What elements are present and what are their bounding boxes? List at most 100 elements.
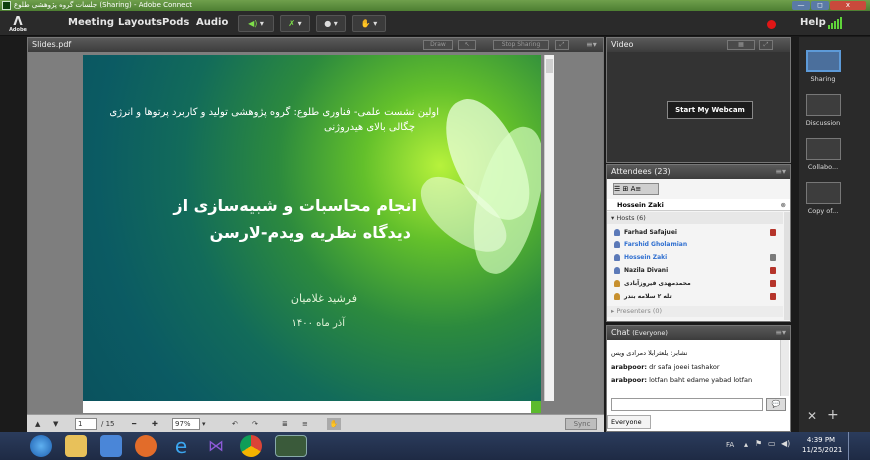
close-button[interactable]: x (830, 1, 866, 10)
page-number-input[interactable]: 1 (75, 418, 97, 430)
pod-options-icon[interactable]: ≡▾ (775, 326, 786, 340)
slide-date: آذر ماه ۱۴۰۰ (291, 318, 345, 329)
webcam-button[interactable]: ● ▾ (316, 15, 346, 32)
attendee-row[interactable]: تله ۲ سلامه بندر (610, 291, 786, 302)
slide-scrollbar-thumb[interactable] (546, 59, 553, 73)
undo-icon[interactable]: ↶ (232, 418, 238, 430)
attendee-row[interactable]: محمدمهدی فیروزآبادی (610, 278, 786, 289)
clock-time[interactable]: 4:39 PM (804, 436, 838, 444)
action-center-flag-icon[interactable]: ⚑ (755, 439, 762, 448)
pointer-button[interactable]: ↖ (458, 40, 476, 50)
layout-discussion[interactable]: Discussion (803, 94, 843, 127)
chat-recipient-tab[interactable]: Everyone (607, 415, 651, 429)
tray-expand-icon[interactable]: ▴ (744, 440, 748, 449)
close-circle-icon[interactable]: ⊗ (781, 199, 786, 211)
language-indicator[interactable]: FA (726, 441, 734, 449)
pointer-icon: ↖ (464, 41, 470, 48)
fullscreen-button[interactable]: ⤢ (555, 40, 569, 50)
self-attendee-name: Hossein Zaki (617, 201, 664, 209)
visual-studio-icon[interactable]: ⋈ (205, 435, 227, 457)
slide-title-line2: دیدگاه نظریه ویدم-لارسن (209, 223, 411, 242)
chat-sender: arabpoor: (611, 363, 648, 371)
start-button-icon[interactable] (30, 435, 52, 457)
layout-label: Copy of... (807, 207, 839, 215)
add-layout-icon[interactable]: + (827, 407, 839, 423)
attendee-view-toggle[interactable]: ☰ ⊞ A≡ (613, 183, 659, 195)
attendees-count: (23) (654, 167, 671, 176)
draw-button[interactable]: Draw (423, 40, 453, 50)
speaker-button[interactable]: ◀) ▾ (238, 15, 274, 32)
menu-meeting[interactable]: Meeting (68, 17, 114, 28)
attendee-row[interactable]: Hossein Zaki (610, 252, 786, 263)
speaker-icon: ◀) (248, 19, 258, 28)
prev-slide-up-icon[interactable]: ▲ (35, 418, 40, 430)
adobe-logo-text: Adobe (9, 27, 27, 33)
minimize-button[interactable]: — (792, 1, 810, 10)
maximize-button[interactable]: ◻ (811, 1, 829, 10)
menu-layouts[interactable]: Layouts (118, 17, 162, 28)
host-icon (614, 241, 620, 248)
adobe-connect-window: جلسات گروه پژوهشی طلوع (Sharing) - Adobe… (0, 0, 870, 460)
sort-icon[interactable]: A≡ (631, 185, 642, 193)
help-menu[interactable]: Help (800, 17, 826, 28)
internet-explorer-icon[interactable]: e (170, 435, 192, 457)
mic-muted-icon (770, 293, 776, 300)
attendee-name: Farhad Safajuei (624, 229, 677, 236)
adobe-connect-task-icon[interactable] (275, 435, 307, 457)
video-layout-button[interactable]: ▦ (727, 40, 755, 50)
list-view-icon[interactable]: ☰ (614, 185, 620, 193)
volume-icon[interactable]: ◀) (781, 439, 790, 448)
stop-sharing-button[interactable]: Stop Sharing (493, 40, 549, 50)
adobe-logo: Λ Adobe (8, 14, 28, 34)
chrome-icon[interactable] (240, 435, 262, 457)
layout-sharing[interactable]: Sharing (803, 50, 843, 83)
show-desktop-button[interactable] (848, 432, 856, 460)
send-message-button[interactable]: 💬 (766, 398, 786, 411)
zoom-dropdown-icon[interactable]: ▾ (202, 418, 206, 430)
attendee-row[interactable]: Farshid Gholamian (610, 239, 786, 250)
video-fullscreen-button[interactable]: ⤢ (759, 40, 773, 50)
start-webcam-button[interactable]: Start My Webcam (667, 101, 753, 119)
fullscreen-icon: ⤢ (559, 41, 565, 48)
layout-label: Discussion (805, 119, 841, 127)
layout-copy[interactable]: Copy of... (803, 182, 843, 215)
window-title-bar: جلسات گروه پژوهشی طلوع (Sharing) - Adobe… (0, 0, 870, 11)
host-icon (614, 280, 620, 287)
zoom-level-input[interactable]: 97% (172, 418, 200, 430)
zoom-out-icon[interactable]: ━ (132, 418, 136, 430)
pod-options-icon[interactable]: ≡▾ (775, 165, 786, 179)
layout-thumbnail (805, 50, 841, 72)
hosts-group-header[interactable]: ▾ Hosts (6) (607, 212, 783, 224)
zoom-in-icon[interactable]: ✚ (152, 418, 158, 430)
attendee-row[interactable]: Farhad Safajuei (610, 227, 786, 238)
pod-options-icon[interactable]: ≡▾ (586, 38, 597, 52)
window-title: (Sharing) - Adobe Connect (99, 1, 193, 9)
hand-tool-icon[interactable]: ✋ (327, 418, 341, 430)
window-title-rtl: جلسات گروه پژوهشی طلوع (14, 1, 98, 9)
menu-pods[interactable]: Pods (162, 17, 189, 28)
file-explorer-icon[interactable] (65, 435, 87, 457)
align-left-icon[interactable]: ≣ (282, 418, 288, 430)
grid-view-icon[interactable]: ⊞ (623, 185, 629, 193)
self-attendee-row[interactable]: Hossein Zaki ⊗ (607, 199, 790, 211)
menu-audio[interactable]: Audio (196, 17, 228, 28)
firefox-icon[interactable] (135, 435, 157, 457)
slide-scrollbar[interactable] (544, 55, 554, 401)
network-icon[interactable]: ▭ (768, 439, 776, 448)
layout-collaboration[interactable]: Collabo... (803, 138, 843, 171)
chat-input[interactable] (611, 398, 763, 411)
delete-layout-icon[interactable]: ✕ (807, 409, 817, 423)
presenters-group-header[interactable]: ▸ Presenters (0) (607, 306, 783, 317)
redo-icon[interactable]: ↷ (252, 418, 258, 430)
microphone-button[interactable]: ✗ ▾ (280, 15, 310, 32)
align-right-icon[interactable]: ≡ (302, 418, 308, 430)
attendee-row[interactable]: Nazila Divani (610, 265, 786, 276)
sync-button[interactable]: Sync (565, 418, 597, 430)
raise-hand-button[interactable]: ✋ ▾ (352, 15, 386, 32)
chat-scrollbar[interactable] (780, 340, 789, 396)
clock-date[interactable]: 11/25/2021 (802, 446, 842, 454)
attendees-scrollbar[interactable] (784, 212, 790, 320)
next-slide-down-icon[interactable]: ▼ (53, 418, 58, 430)
media-player-icon[interactable] (100, 435, 122, 457)
slide-title-line1: انجام محاسبات و شبیه‌سازی از (173, 196, 417, 215)
